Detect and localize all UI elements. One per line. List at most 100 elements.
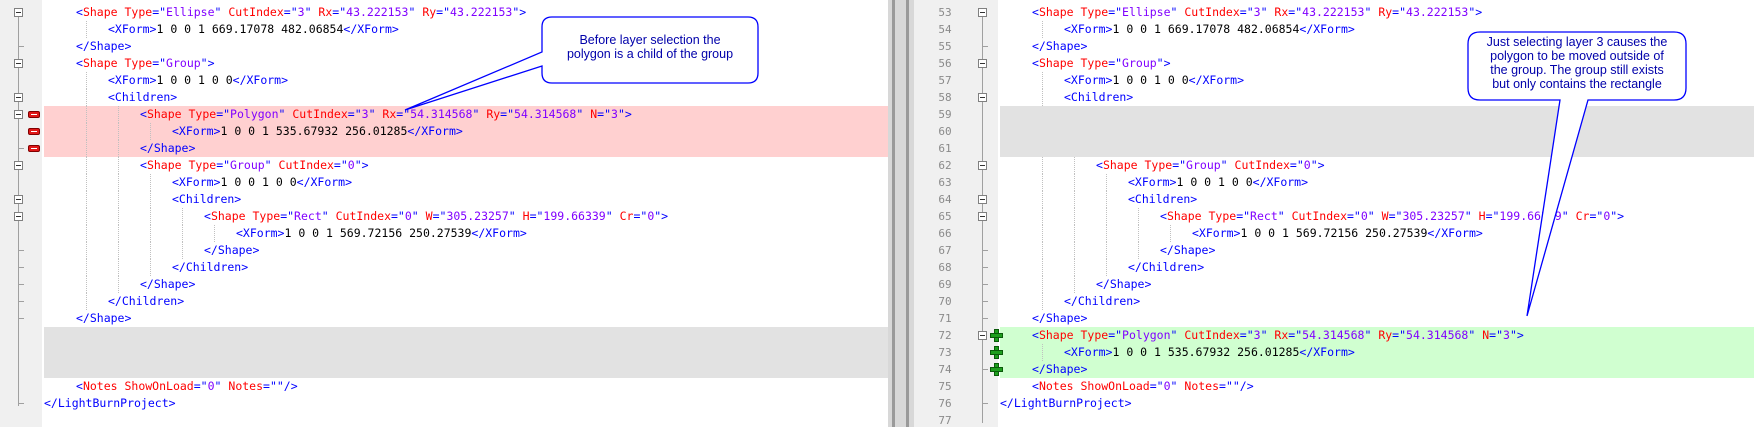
code-line[interactable]: <Shape Type="Ellipse" CutIndex="3" Rx="4… xyxy=(76,4,526,21)
indent-guide xyxy=(1106,191,1107,208)
code-token: <XForm> xyxy=(172,175,221,189)
fold-toggle-icon[interactable] xyxy=(978,331,987,340)
code-line[interactable]: <Shape Type="Group"> xyxy=(76,55,215,72)
code-line[interactable]: </Children> xyxy=(108,293,184,310)
code-line[interactable]: </Shape> xyxy=(1032,361,1087,378)
code-line[interactable]: <XForm>1 0 0 1 669.17078 482.06854</XFor… xyxy=(1064,21,1355,38)
code-token: </Shape> xyxy=(1032,39,1088,53)
code-line[interactable]: <Children> xyxy=(1128,191,1197,208)
code-token: Type xyxy=(1080,5,1109,19)
code-line[interactable]: <Shape Type="Rect" CutIndex="0" W="305.2… xyxy=(1160,208,1624,225)
code-token: =" xyxy=(633,209,648,223)
indent-guide xyxy=(1138,242,1139,259)
indent-guide xyxy=(1042,21,1043,38)
code-line[interactable]: </Shape> xyxy=(204,242,259,259)
code-line[interactable]: </Shape> xyxy=(76,38,131,55)
code-line[interactable]: <Shape Type="Polygon" CutIndex="3" Rx="5… xyxy=(1032,327,1524,344)
left-diff-pane[interactable]: <Shape Type="Ellipse" CutIndex="3" Rx="4… xyxy=(0,0,888,427)
fold-toggle-icon[interactable] xyxy=(978,93,987,102)
code-token: 1 0 0 1 535.67932 256.01285 xyxy=(220,124,408,138)
line-number: 76 xyxy=(938,397,952,410)
indent-guide xyxy=(118,157,119,174)
fold-toggle-icon[interactable] xyxy=(14,195,23,204)
code-token: Group xyxy=(1122,56,1157,70)
code-token: Notes xyxy=(1184,379,1220,393)
code-token: 0 xyxy=(1303,158,1311,172)
indent-guide xyxy=(118,225,119,242)
fold-toggle-icon[interactable] xyxy=(978,212,987,221)
fold-toggle-icon[interactable] xyxy=(14,93,23,102)
code-line[interactable]: <XForm>1 0 0 1 569.72156 250.27539</XFor… xyxy=(1192,225,1483,242)
fold-toggle-icon[interactable] xyxy=(978,59,987,68)
code-line[interactable]: <Notes ShowOnLoad="0" Notes=""/> xyxy=(1032,378,1254,395)
fold-toggle-icon[interactable] xyxy=(978,8,987,17)
code-line[interactable]: <Children> xyxy=(108,89,177,106)
indent-guide xyxy=(1074,157,1075,174)
indent-guide xyxy=(1106,225,1107,242)
fold-toggle-icon[interactable] xyxy=(14,8,23,17)
code-line[interactable]: <XForm>1 0 0 1 569.72156 250.27539</XFor… xyxy=(236,225,527,242)
code-token: Type xyxy=(1080,56,1109,70)
code-token: =" xyxy=(529,209,544,223)
indent-guide xyxy=(86,293,87,310)
code-token: " xyxy=(1260,5,1275,19)
code-token: 1 0 0 1 535.67932 256.01285 xyxy=(1112,345,1300,359)
code-line[interactable]: <Shape Type="Polygon" CutIndex="3" Rx="5… xyxy=(140,106,632,123)
code-line[interactable]: </Shape> xyxy=(1032,38,1087,55)
fold-toggle-icon[interactable] xyxy=(14,110,23,119)
code-line[interactable]: </Shape> xyxy=(1096,276,1151,293)
code-line[interactable]: </Shape> xyxy=(140,140,195,157)
code-token: =" xyxy=(1239,5,1254,19)
code-token: <XForm> xyxy=(108,73,157,87)
code-line[interactable]: <XForm>1 0 0 1 535.67932 256.01285</XFor… xyxy=(1064,344,1355,361)
code-token: < xyxy=(140,107,147,121)
code-line[interactable]: <Shape Type="Rect" CutIndex="0" W="305.2… xyxy=(204,208,668,225)
code-token: Rx xyxy=(1274,5,1289,19)
code-token: =" xyxy=(283,5,298,19)
code-token: </XForm> xyxy=(1299,22,1355,36)
code-line[interactable]: </Children> xyxy=(1128,259,1204,276)
code-line[interactable]: </Shape> xyxy=(76,310,131,327)
code-line[interactable]: </LightBurnProject> xyxy=(1000,395,1132,412)
code-token: =" xyxy=(500,107,515,121)
code-line[interactable]: <XForm>1 0 0 1 0 0</XForm> xyxy=(172,174,352,191)
code-token: " xyxy=(278,107,293,121)
pane-splitter[interactable] xyxy=(888,0,914,427)
code-token: </Children> xyxy=(1128,260,1205,274)
code-line[interactable]: <Children> xyxy=(172,191,241,208)
code-line[interactable]: </Children> xyxy=(172,259,248,276)
code-token: Shape xyxy=(1102,158,1145,172)
code-line[interactable]: <Shape Type="Ellipse" CutIndex="3" Rx="4… xyxy=(1032,4,1482,21)
code-line[interactable]: <XForm>1 0 0 1 0 0</XForm> xyxy=(1064,72,1244,89)
line-number: 75 xyxy=(938,380,952,393)
code-line[interactable]: <Children> xyxy=(1064,89,1133,106)
code-line[interactable]: <XForm>1 0 0 1 669.17078 482.06854</XFor… xyxy=(108,21,399,38)
code-line[interactable]: </LightBurnProject> xyxy=(44,395,176,412)
code-line[interactable]: <Shape Type="Group" CutIndex="0"> xyxy=(1096,157,1325,174)
code-line[interactable]: <Shape Type="Group"> xyxy=(1032,55,1171,72)
code-line[interactable]: <Shape Type="Group" CutIndex="0"> xyxy=(140,157,369,174)
code-token: Rect xyxy=(294,209,322,223)
indent-guide xyxy=(118,140,119,157)
fold-toggle-icon[interactable] xyxy=(14,161,23,170)
code-line[interactable]: <Notes ShowOnLoad="0" Notes=""/> xyxy=(76,378,298,395)
code-token: 0 xyxy=(347,158,355,172)
code-token: </Children> xyxy=(172,260,249,274)
code-line[interactable]: </Shape> xyxy=(1160,242,1215,259)
code-line[interactable]: </Shape> xyxy=(1032,310,1087,327)
fold-toggle-icon[interactable] xyxy=(14,212,23,221)
fold-toggle-icon[interactable] xyxy=(978,161,987,170)
code-token: 0 xyxy=(1163,379,1171,393)
code-token: H xyxy=(1478,209,1486,223)
fold-toggle-icon[interactable] xyxy=(978,195,987,204)
fold-toggle-icon[interactable] xyxy=(14,59,23,68)
code-line[interactable]: <XForm>1 0 0 1 0 0</XForm> xyxy=(1128,174,1308,191)
code-line[interactable]: </Shape> xyxy=(140,276,195,293)
code-token: < xyxy=(76,5,83,19)
indent-guide xyxy=(150,259,151,276)
code-token: </XForm> xyxy=(1252,175,1309,189)
code-line[interactable]: <XForm>1 0 0 1 535.67932 256.01285</XFor… xyxy=(172,123,463,140)
code-line[interactable]: </Children> xyxy=(1064,293,1140,310)
code-line[interactable]: <XForm>1 0 0 1 0 0</XForm> xyxy=(108,72,288,89)
right-callout-line: but only contains the rectangle xyxy=(1492,77,1662,91)
